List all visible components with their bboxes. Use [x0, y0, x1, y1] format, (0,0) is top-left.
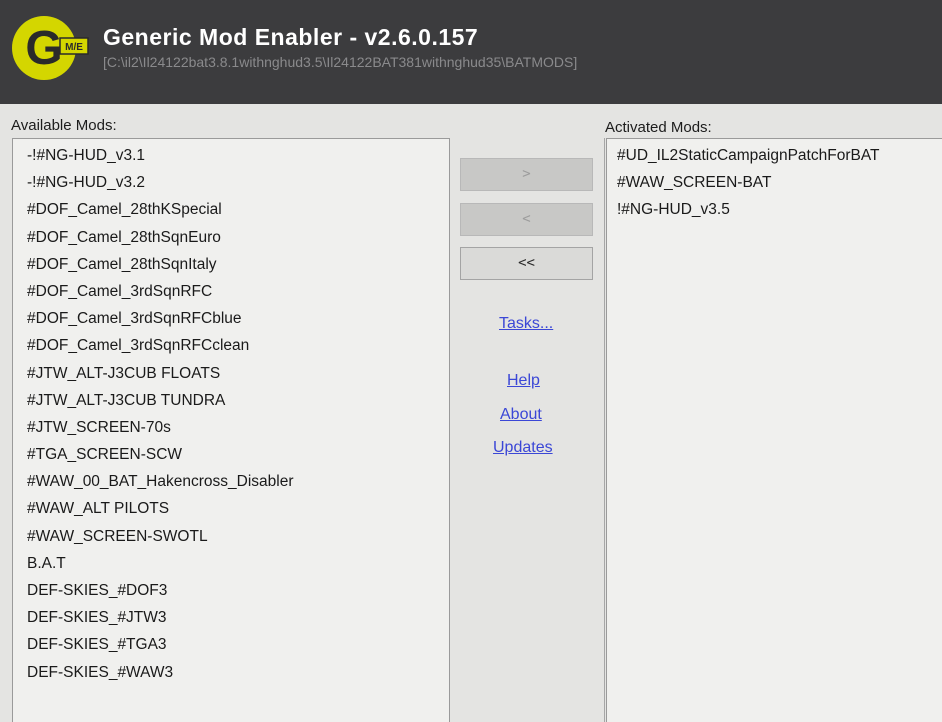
available-mod-item[interactable]: DEF-SKIES_#TGA3: [13, 631, 449, 658]
updates-link[interactable]: Updates: [493, 439, 553, 457]
available-mod-item[interactable]: #DOF_Camel_28thSqnEuro: [13, 224, 449, 251]
available-mod-item[interactable]: B.A.T: [13, 550, 449, 577]
deactivate-all-button[interactable]: <<: [460, 247, 593, 280]
title-bar: G M/E Generic Mod Enabler - v2.6.0.157 […: [0, 0, 942, 104]
available-mod-item[interactable]: #DOF_Camel_28thKSpecial: [13, 196, 449, 223]
available-mod-item[interactable]: #DOF_Camel_3rdSqnRFCclean: [13, 332, 449, 359]
available-mod-item[interactable]: #WAW_SCREEN-SWOTL: [13, 523, 449, 550]
activated-mods-list[interactable]: #UD_IL2StaticCampaignPatchForBAT #WAW_SCR…: [606, 138, 942, 722]
activated-mod-item[interactable]: #UD_IL2StaticCampaignPatchForBAT: [607, 142, 942, 169]
available-mod-item[interactable]: #DOF_Camel_28thSqnItaly: [13, 251, 449, 278]
about-link[interactable]: About: [500, 406, 542, 424]
available-mods-label: Available Mods:: [11, 117, 117, 134]
column-divider: [604, 138, 605, 722]
available-mod-item[interactable]: DEF-SKIES_#WAW3: [13, 659, 449, 686]
available-mods-list[interactable]: -!#NG-HUD_v3.1 -!#NG-HUD_v3.2 #DOF_Camel_2…: [12, 138, 450, 722]
available-mod-item[interactable]: #WAW_00_BAT_Hakencross_Disabler: [13, 468, 449, 495]
available-mod-item[interactable]: DEF-SKIES_#JTW3: [13, 604, 449, 631]
activated-mod-item[interactable]: #WAW_SCREEN-BAT: [607, 169, 942, 196]
activated-mods-label: Activated Mods:: [605, 119, 712, 136]
available-mod-item[interactable]: #WAW_ALT PILOTS: [13, 495, 449, 522]
activated-mod-item[interactable]: !#NG-HUD_v3.5: [607, 196, 942, 223]
activate-button[interactable]: >: [460, 158, 593, 191]
available-mod-item[interactable]: -!#NG-HUD_v3.2: [13, 169, 449, 196]
help-link[interactable]: Help: [507, 372, 540, 390]
available-mod-item[interactable]: #JTW_ALT-J3CUB FLOATS: [13, 360, 449, 387]
deactivate-button[interactable]: <: [460, 203, 593, 236]
logo-letter: G: [25, 22, 62, 75]
app-title: Generic Mod Enabler - v2.6.0.157: [103, 24, 479, 50]
available-mod-item[interactable]: #JTW_ALT-J3CUB TUNDRA: [13, 387, 449, 414]
available-mod-item[interactable]: #TGA_SCREEN-SCW: [13, 441, 449, 468]
gme-logo-icon: G M/E: [12, 16, 89, 80]
logo-badge: M/E: [65, 42, 83, 53]
available-mod-item[interactable]: #DOF_Camel_3rdSqnRFCblue: [13, 305, 449, 332]
available-mod-item[interactable]: #DOF_Camel_3rdSqnRFC: [13, 278, 449, 305]
available-mod-item[interactable]: #JTW_SCREEN-70s: [13, 414, 449, 441]
mods-folder-path: [C:\il2\Il24122bat3.8.1withnghud3.5\Il24…: [103, 54, 578, 70]
available-mod-item[interactable]: DEF-SKIES_#DOF3: [13, 577, 449, 604]
available-mod-item[interactable]: -!#NG-HUD_v3.1: [13, 142, 449, 169]
tasks-link[interactable]: Tasks...: [499, 315, 553, 333]
